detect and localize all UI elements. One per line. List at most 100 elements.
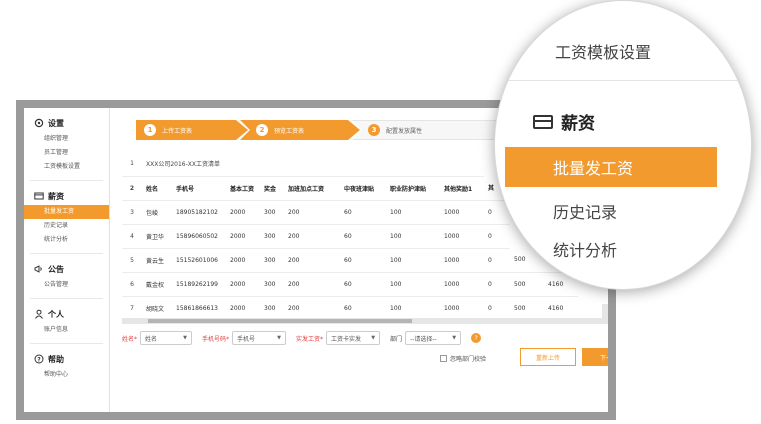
phone-label: 手机号码* [202, 335, 230, 343]
department-select[interactable]: --请选择-- ▼ [405, 331, 462, 345]
column-header: 中夜班津贴 [340, 176, 386, 201]
sidebar-heading[interactable]: 个人 [24, 305, 109, 323]
sidebar-heading[interactable]: ? 帮助 [24, 350, 109, 368]
step-3[interactable]: 3 配置发放属性 [352, 120, 506, 140]
table-cell: 200 [284, 248, 340, 273]
department-label: 部门 [390, 335, 403, 343]
table-cell: 1000 [440, 248, 484, 273]
table-row: 6 戴金权 15189262199 2000 300 200 60 100 1000 0 500 41… [122, 272, 578, 297]
row-number: 3 [122, 200, 142, 225]
megaphone-icon [34, 264, 44, 274]
sidebar-item[interactable]: 工资模板设置 [24, 160, 109, 174]
table-cell: 500 [510, 272, 544, 297]
sidebar-item-active[interactable]: 批量发工资 [24, 205, 109, 219]
table-row: 5黄云生151526010062000300200601001000050041… [122, 248, 578, 273]
name-select[interactable]: 姓名 ▼ [140, 331, 193, 345]
table-cell: 200 [284, 224, 340, 249]
table-cell: 200 [284, 296, 340, 320]
sidebar-heading[interactable]: 设置 [24, 114, 109, 132]
table-cell: 60 [340, 224, 386, 249]
card-icon [533, 114, 553, 129]
step-number: 1 [144, 124, 156, 136]
sidebar-item[interactable]: 帮助中心 [24, 368, 109, 382]
reupload-button[interactable]: 重新上传 [520, 348, 576, 366]
table-cell: 100 [386, 224, 440, 249]
select-value: 手机号 [237, 335, 256, 343]
sidebar-item[interactable]: 历史记录 [24, 219, 109, 233]
chevron-down-icon: ▼ [183, 335, 188, 341]
column-header: 姓名 [142, 176, 172, 201]
sidebar-heading[interactable]: 公告 [24, 260, 109, 278]
pay-select[interactable]: 工资卡实发 ▼ [326, 331, 381, 345]
help-icon[interactable]: ? [471, 333, 482, 343]
magnified-menu-item[interactable]: 工资模板设置 [555, 39, 651, 63]
next-step-button[interactable]: 下一步 [582, 348, 608, 366]
table-cell: 1000 [440, 272, 484, 297]
column-header: 奖金 [260, 176, 284, 201]
table-cell: 0 [484, 272, 510, 297]
table-cell: 60 [340, 272, 386, 297]
table-cell: 500 [510, 296, 544, 320]
magnified-menu-item[interactable]: 历史记录 [553, 199, 617, 223]
table-cell: 15896060502 [172, 224, 226, 249]
chevron-down-icon: ▼ [371, 335, 376, 341]
checkbox[interactable] [440, 355, 447, 362]
row-number: 4 [122, 224, 142, 249]
sidebar-item[interactable]: 账户信息 [24, 323, 109, 337]
table-cell: 300 [260, 224, 284, 249]
sidebar-heading-label: 薪资 [48, 191, 64, 201]
sidebar-group-settings: 设置 组织管理 员工管理 工资模板设置 [24, 108, 109, 174]
table-cell: 200 [284, 272, 340, 297]
table-cell: 100 [386, 248, 440, 273]
row-number: 7 [122, 296, 142, 320]
table-cell: 60 [340, 248, 386, 273]
table-cell: 100 [386, 296, 440, 320]
ignore-department-check[interactable]: 忽略部门校验 [440, 354, 486, 363]
sidebar-item[interactable]: 统计分析 [24, 233, 109, 247]
magnified-menu-item[interactable]: 统计分析 [553, 237, 617, 261]
phone-select[interactable]: 手机号 ▼ [232, 331, 287, 345]
magnified-active-item[interactable]: 批量发工资 [505, 147, 717, 187]
sidebar-group-help: ? 帮助 帮助中心 [24, 344, 109, 382]
table-cell: 0 [484, 296, 510, 320]
table-cell: 100 [386, 272, 440, 297]
sidebar-item[interactable]: 公告管理 [24, 278, 109, 292]
sidebar-heading[interactable]: 薪资 [24, 187, 109, 205]
column-header: 加班加点工资 [284, 176, 340, 201]
column-mapping-row: 姓名* 姓名 ▼ 手机号码* 手机号 ▼ 实发工资* 工资卡实发 ▼ 部门 --请选择… [122, 330, 602, 346]
table-cell: 60 [340, 296, 386, 320]
sidebar-group-personal: 个人 账户信息 [24, 299, 109, 337]
scrollbar-thumb[interactable] [148, 319, 412, 323]
vertical-scrollbar[interactable] [602, 304, 608, 324]
column-header: 其他奖励1 [440, 176, 484, 201]
sidebar-group-notice: 公告 公告管理 [24, 254, 109, 292]
table-cell: 2000 [226, 200, 260, 225]
table-cell: 胡晓文 [142, 296, 172, 320]
horizontal-scrollbar[interactable] [122, 318, 602, 324]
chevron-down-icon: ▼ [452, 335, 457, 341]
help-icon: ? [34, 354, 44, 364]
step-1[interactable]: 1 上传工资表 [136, 120, 248, 140]
row-number: 2 [122, 176, 142, 201]
sidebar-item[interactable]: 组织管理 [24, 132, 109, 146]
table-cell: 黄卫华 [142, 224, 172, 249]
sidebar-heading-label: 个人 [48, 309, 64, 319]
step-2[interactable]: 2 预览工资表 [240, 120, 360, 140]
sidebar-heading-label: 设置 [48, 118, 64, 128]
magnified-section-label: 薪资 [561, 114, 595, 134]
sidebar-item[interactable]: 员工管理 [24, 146, 109, 160]
progress-steps: 1 上传工资表 2 预览工资表 3 配置发放属性 [136, 120, 506, 140]
row-number: 1 [122, 152, 142, 177]
column-header: 基本工资 [226, 176, 260, 201]
magnifier-callout: 工资模板设置 薪资 批量发工资 历史记录 统计分析 [494, 0, 752, 290]
step-label: 预览工资表 [274, 127, 305, 135]
table-cell: 0 [484, 248, 510, 273]
table-cell: 300 [260, 272, 284, 297]
magnified-section-heading[interactable]: 薪资 [533, 109, 595, 134]
table-cell: 300 [260, 296, 284, 320]
action-row: 忽略部门校验 重新上传 下一步 [122, 348, 608, 368]
table-cell: 2000 [226, 224, 260, 249]
table-cell: 2000 [226, 296, 260, 320]
table-cell: 1000 [440, 296, 484, 320]
table-title: XXX公司2016-XX工资清单 [142, 152, 484, 177]
